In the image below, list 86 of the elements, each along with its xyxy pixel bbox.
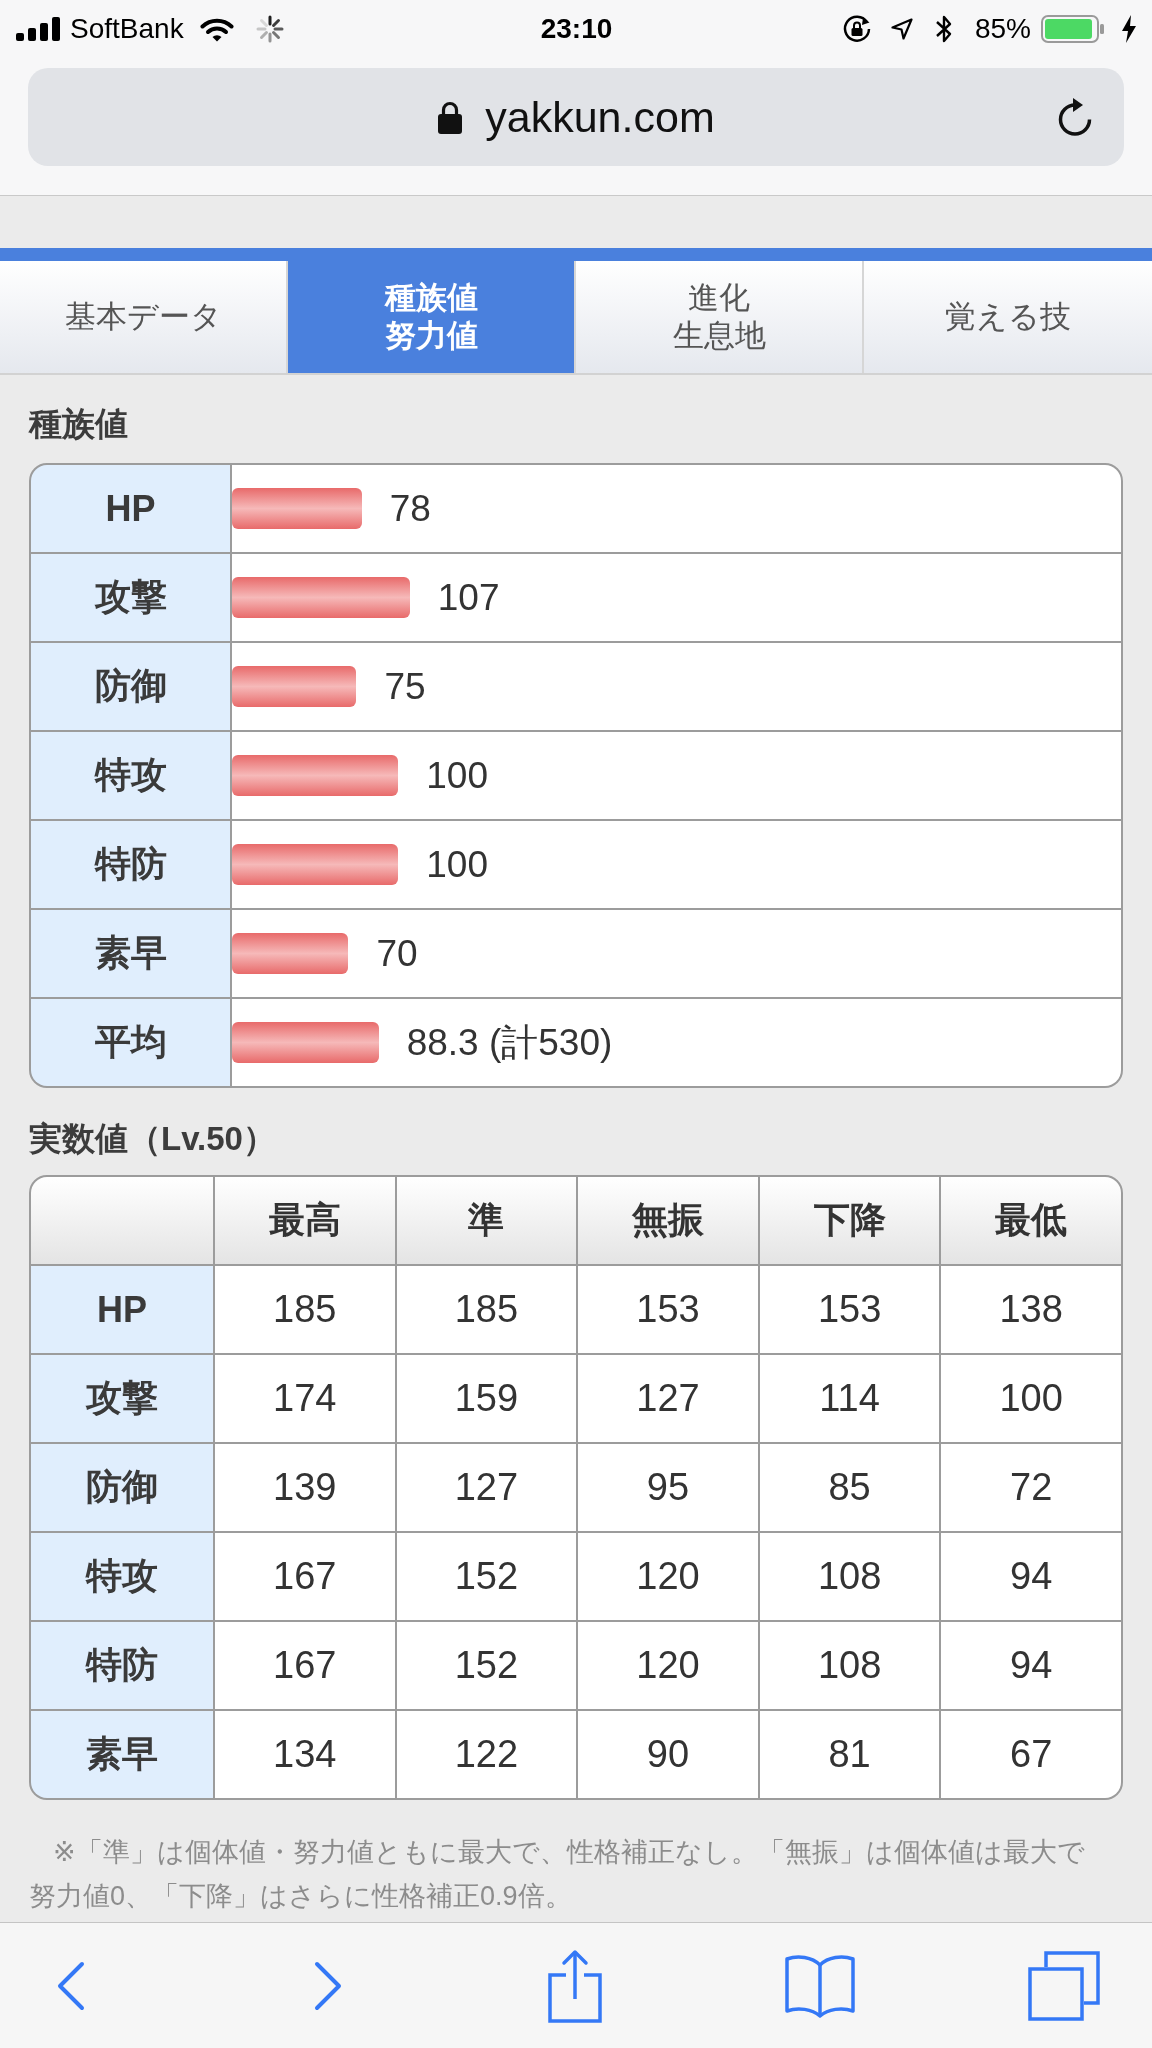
actual-stat-value: 85 — [759, 1444, 940, 1531]
bookmarks-button[interactable] — [784, 1952, 856, 2019]
chevron-right-icon — [314, 1960, 342, 2011]
actual-stat-value: 167 — [215, 1533, 395, 1620]
stat-name-cell: HP — [31, 465, 230, 552]
column-header: 最高 — [215, 1177, 395, 1264]
actual-stat-value: 185 — [215, 1266, 395, 1353]
location-arrow-icon — [890, 18, 913, 40]
orientation-lock-icon — [841, 14, 872, 44]
actual-stat-value: 127 — [396, 1444, 577, 1531]
tab[interactable]: 基本データ — [0, 261, 288, 373]
tab[interactable]: 種族値 努力値 — [288, 261, 576, 373]
stat-name-cell: 平均 — [31, 999, 230, 1086]
share-icon — [548, 1948, 602, 2023]
actual-stat-value: 94 — [941, 1622, 1121, 1709]
actual-stat-value: 159 — [396, 1355, 577, 1442]
actual-stat-value: 153 — [759, 1266, 940, 1353]
actual-stat-value: 95 — [578, 1444, 758, 1531]
tabs-icon — [1028, 1950, 1100, 2021]
stat-name-cell: 特攻 — [31, 1533, 213, 1620]
bluetooth-icon — [934, 14, 953, 44]
clock-time: 23:10 — [540, 13, 613, 45]
tabs-button[interactable] — [1028, 1950, 1100, 2021]
actual-stat-value: 152 — [396, 1622, 577, 1709]
charging-bolt-icon — [1121, 15, 1137, 43]
actual-stat-value: 127 — [578, 1355, 758, 1442]
actual-stat-value: 120 — [578, 1533, 758, 1620]
actual-stat-value: 122 — [396, 1711, 577, 1798]
actual-stat-value: 138 — [941, 1266, 1121, 1353]
chevron-left-icon — [57, 1960, 85, 2011]
stat-name-cell: 特防 — [31, 821, 230, 908]
column-header: 下降 — [759, 1177, 940, 1264]
actual-stat-value: 185 — [396, 1266, 577, 1353]
reload-icon — [1056, 97, 1094, 137]
actual-stat-value: 72 — [941, 1444, 1121, 1531]
stat-name-cell: 攻撃 — [31, 554, 230, 641]
carrier-name: SoftBank — [70, 13, 184, 45]
actual-stat-value: 90 — [578, 1711, 758, 1798]
stat-name-cell: 防御 — [31, 643, 230, 730]
share-button[interactable] — [548, 1948, 602, 2023]
section-title: 種族値 — [29, 404, 129, 444]
column-header: 最低 — [941, 1177, 1121, 1264]
stat-name-cell: 素早 — [31, 910, 230, 997]
book-icon — [784, 1952, 856, 2019]
back-button[interactable] — [57, 1960, 85, 2011]
actual-stat-value: 81 — [759, 1711, 940, 1798]
base-stat-value: 70 — [376, 932, 418, 975]
actual-stat-value: 134 — [215, 1711, 395, 1798]
spinner-icon — [255, 15, 284, 43]
section-title: 実数値（Lv.50） — [29, 1119, 277, 1159]
actual-stat-value: 94 — [941, 1533, 1121, 1620]
actual-stat-value: 120 — [578, 1622, 758, 1709]
column-header: 無振 — [578, 1177, 758, 1264]
stat-name-cell: 攻撃 — [31, 1355, 213, 1442]
column-header: 準 — [396, 1177, 577, 1264]
stat-name-cell: 特防 — [31, 1622, 213, 1709]
stat-name-cell: 防御 — [31, 1444, 213, 1531]
forward-button[interactable] — [314, 1960, 342, 2011]
stat-name-cell: 特攻 — [31, 732, 230, 819]
actual-stat-value: 139 — [215, 1444, 395, 1531]
actual-stat-value: 174 — [215, 1355, 395, 1442]
battery-percentage: 85% — [974, 13, 1031, 45]
tab[interactable]: 進化 生息地 — [576, 261, 864, 373]
base-stat-value: 100 — [426, 754, 488, 797]
footnote: ※「準」は個体値・努力値ともに最大で、性格補正なし。「無振」は個体値は最大で努力値0、「下降」はさらに性格補正0.9倍。 — [29, 1836, 1086, 1913]
actual-stat-value: 114 — [759, 1355, 940, 1442]
stat-name-cell: 素早 — [31, 1711, 213, 1798]
address-bar[interactable]: yakkun.com — [28, 68, 1124, 166]
battery-icon — [1041, 15, 1105, 43]
base-stat-value: 78 — [389, 487, 431, 530]
actual-stat-value: 153 — [578, 1266, 758, 1353]
reload-button[interactable] — [1056, 97, 1094, 137]
actual-stat-value: 100 — [941, 1355, 1121, 1442]
actual-stat-value: 108 — [759, 1533, 940, 1620]
signal-icon — [16, 17, 62, 41]
lock-icon — [437, 100, 464, 134]
base-stat-value: 100 — [426, 843, 488, 886]
base-stat-value: 88.3 (計530) — [406, 1020, 613, 1065]
base-stat-value: 75 — [384, 665, 426, 708]
actual-stat-value: 152 — [396, 1533, 577, 1620]
base-stat-value: 107 — [437, 576, 500, 619]
wifi-icon — [199, 16, 234, 42]
actual-stat-value: 67 — [941, 1711, 1121, 1798]
stat-name-cell: HP — [31, 1266, 213, 1353]
actual-stat-value: 167 — [215, 1622, 395, 1709]
actual-stat-value: 108 — [759, 1622, 940, 1709]
